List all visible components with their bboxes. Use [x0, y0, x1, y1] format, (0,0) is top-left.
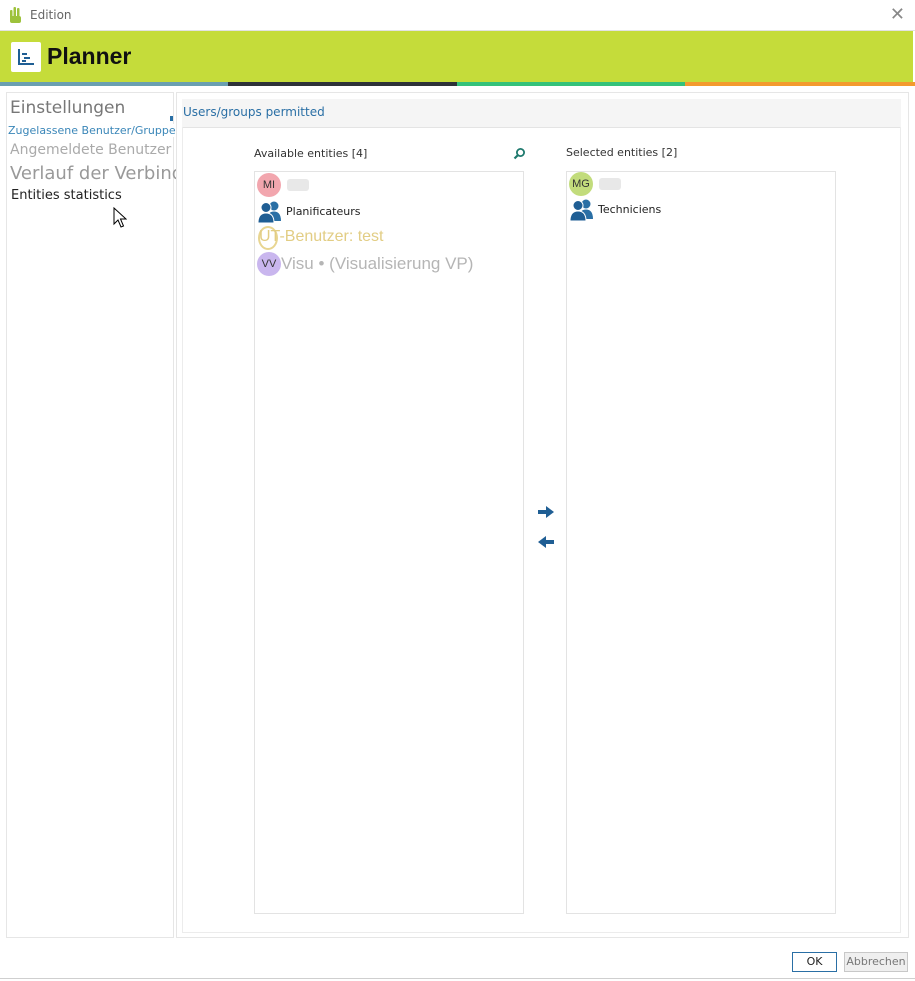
close-icon[interactable]: ✕ — [890, 4, 905, 25]
selected-entities-list[interactable]: MG Techniciens — [566, 171, 836, 914]
list-item[interactable]: Techniciens — [569, 197, 831, 223]
ok-button[interactable]: OK — [792, 952, 837, 972]
add-arrow-icon[interactable] — [538, 506, 554, 518]
section-header: Users/groups permitted — [182, 99, 901, 128]
group-name: Techniciens — [598, 203, 662, 216]
entity-name: Visu • (Visualisierung VP) — [281, 254, 474, 273]
header-stripe — [685, 82, 915, 86]
mouse-cursor-icon — [113, 207, 127, 228]
avatar: VV — [257, 252, 281, 276]
sidebar-active-marker — [170, 116, 173, 121]
sidebar-item-entities-statistics[interactable]: Entities statistics — [11, 188, 122, 203]
available-entities-label: Available entities [4] — [254, 147, 368, 160]
planner-chart-icon — [18, 49, 34, 65]
cancel-button[interactable]: Abbrechen — [844, 952, 908, 972]
page-title: Planner — [47, 43, 132, 69]
header-stripe — [0, 82, 228, 86]
remove-arrow-icon[interactable] — [538, 536, 554, 548]
selected-entities-label: Selected entities [2] — [566, 146, 678, 159]
window-title: Edition — [30, 8, 72, 22]
user-group-icon — [257, 201, 281, 224]
list-item[interactable]: MG — [569, 172, 831, 198]
sidebar-item-einstellungen[interactable]: Einstellungen — [10, 98, 125, 118]
sidebar: Einstellungen Zugelassene Benutzer/Grupp… — [6, 92, 239, 938]
app-header: Planner — [0, 31, 913, 82]
sidebar-item-zugelassene-benutzer[interactable]: Zugelassene Benutzer/Gruppen — [8, 124, 183, 137]
list-item[interactable]: MI — [257, 173, 519, 199]
section-title: Users/groups permitted — [183, 105, 325, 119]
avatar: MI — [257, 173, 281, 197]
list-item[interactable]: VV Visu • (Visualisierung VP) — [257, 251, 519, 279]
user-group-icon — [569, 199, 593, 222]
redacted-name — [287, 179, 309, 191]
app-hand-icon — [10, 7, 21, 23]
header-stripe — [228, 82, 457, 86]
window-titlebar: Edition ✕ — [0, 0, 915, 31]
header-stripe — [457, 82, 685, 86]
group-name: Planificateurs — [286, 205, 361, 218]
list-item[interactable]: Planificateurs — [257, 199, 519, 225]
available-entities-list[interactable]: MI Planificateurs UT-Benutzer: test VV V… — [254, 171, 524, 914]
avatar: MG — [569, 172, 593, 196]
redacted-name — [599, 178, 621, 190]
list-item[interactable]: UT-Benutzer: test — [257, 225, 519, 253]
planner-logo — [11, 42, 41, 72]
entity-name: UT-Benutzer: test — [259, 228, 384, 245]
search-icon[interactable] — [513, 147, 526, 160]
window-bottom-border — [0, 978, 915, 979]
